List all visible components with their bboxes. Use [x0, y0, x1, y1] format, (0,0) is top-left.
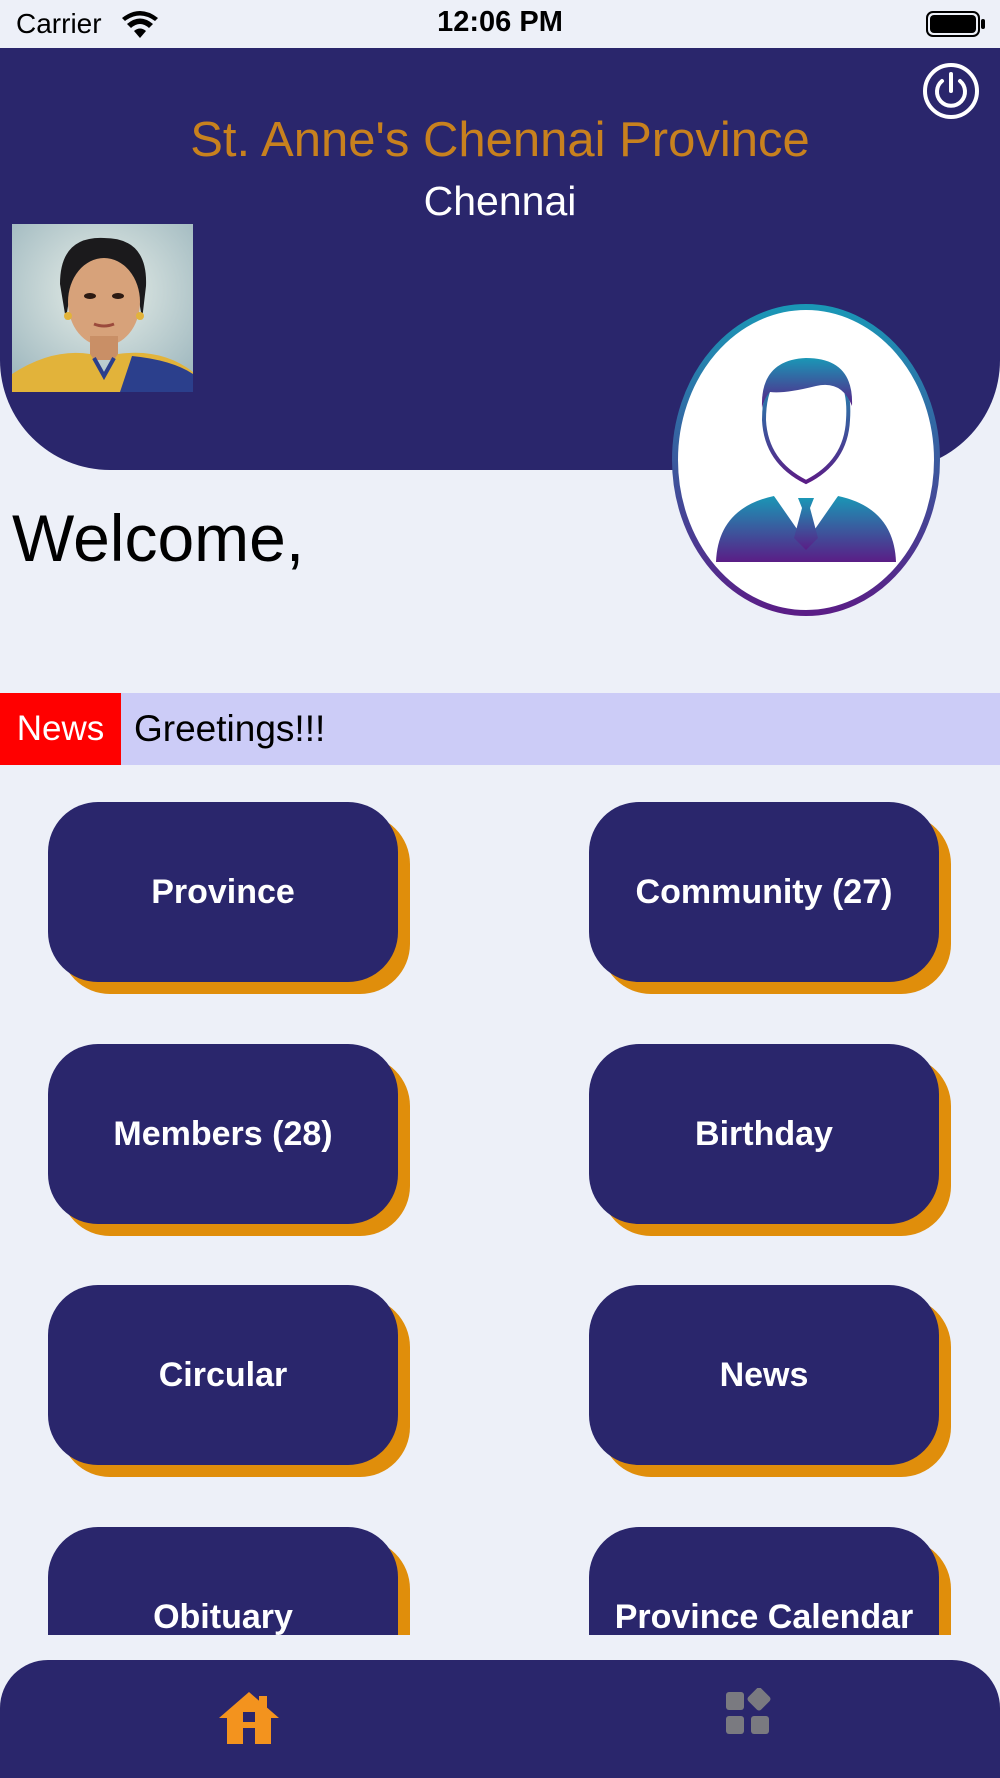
- province-button[interactable]: Province: [48, 802, 398, 982]
- news-ticker-bar[interactable]: News Greetings!!!: [0, 693, 1000, 765]
- members-button[interactable]: Members (28): [48, 1044, 398, 1224]
- province-subtitle: Chennai: [423, 178, 577, 224]
- bottom-tab-bar: [0, 1660, 1000, 1778]
- province-calendar-button[interactable]: Province Calendar: [589, 1527, 939, 1635]
- birthday-button[interactable]: Birthday: [589, 1044, 939, 1224]
- status-time: 12:06 PM: [437, 6, 563, 38]
- obituary-button[interactable]: Obituary: [48, 1527, 398, 1635]
- province-title: St. Anne's Chennai Province: [190, 113, 810, 167]
- community-button[interactable]: Community (27): [589, 802, 939, 982]
- home-icon[interactable]: [215, 1688, 283, 1748]
- menu-grid: Province Community (27) Members (28) Bir…: [0, 765, 1000, 1635]
- battery-icon: [926, 11, 985, 37]
- news-button[interactable]: News: [589, 1285, 939, 1465]
- status-bar: Carrier 12:06 PM: [0, 0, 1000, 48]
- profile-avatar-icon[interactable]: [670, 302, 942, 618]
- circular-button[interactable]: Circular: [48, 1285, 398, 1465]
- news-tag: News: [0, 693, 121, 765]
- welcome-text: Welcome,: [12, 501, 305, 575]
- founder-portrait: [12, 224, 193, 392]
- apps-icon[interactable]: [724, 1688, 772, 1736]
- news-ticker-text: Greetings!!!: [134, 708, 326, 749]
